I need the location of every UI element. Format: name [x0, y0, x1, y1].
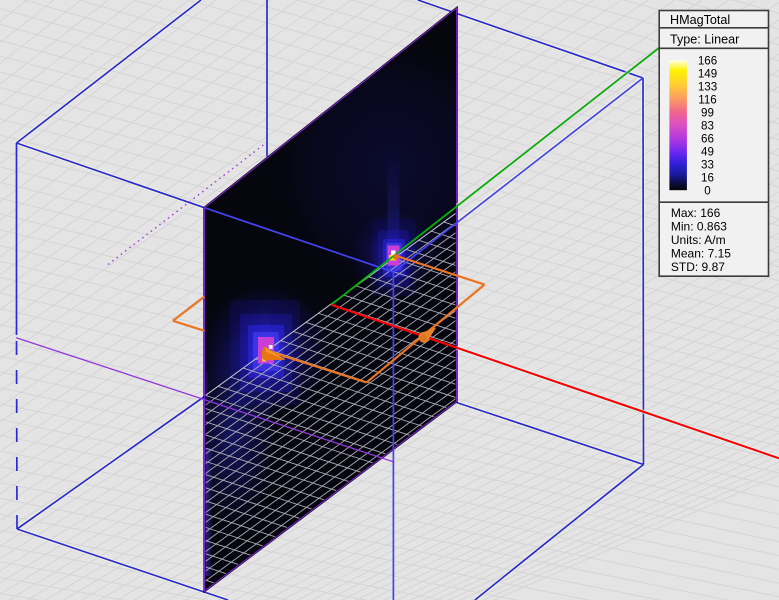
svg-text:Max: 166: Max: 166: [671, 206, 721, 220]
svg-text:Type: Linear: Type: Linear: [670, 33, 739, 47]
svg-text:Units: A/m: Units: A/m: [671, 233, 726, 247]
svg-text:49: 49: [701, 146, 714, 159]
svg-text:166: 166: [698, 55, 717, 68]
svg-text:83: 83: [701, 120, 714, 133]
svg-text:0: 0: [704, 185, 710, 198]
svg-text:116: 116: [698, 94, 716, 107]
svg-text:33: 33: [701, 159, 714, 172]
svg-text:16: 16: [701, 172, 714, 185]
svg-text:STD: 9.87: STD: 9.87: [671, 260, 725, 274]
svg-text:HMagTotal: HMagTotal: [670, 13, 730, 27]
svg-text:66: 66: [701, 133, 714, 146]
svg-text:Mean: 7.15: Mean: 7.15: [671, 246, 731, 260]
svg-text:99: 99: [701, 107, 714, 120]
svg-text:133: 133: [698, 81, 717, 94]
svg-text:Min: 0.863: Min: 0.863: [671, 219, 727, 233]
svg-text:149: 149: [698, 68, 717, 81]
